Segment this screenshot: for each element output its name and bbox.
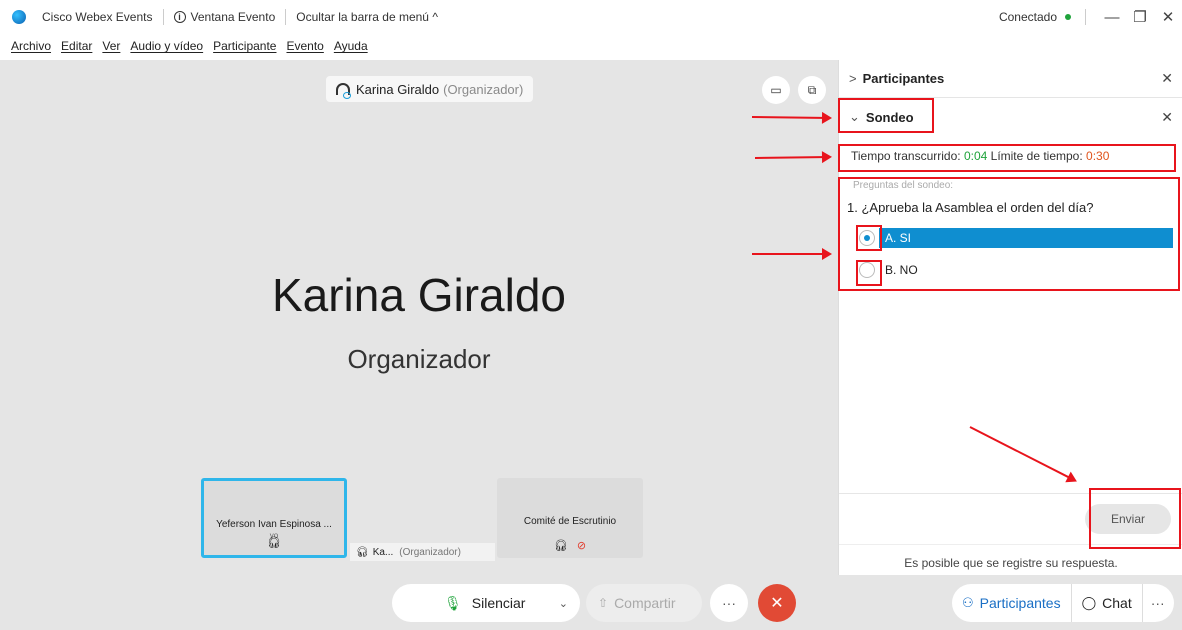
speaker-role: (Organizador)	[443, 81, 524, 97]
panel-toggle-group: ⚇ Participantes ◯ Chat ···	[952, 584, 1174, 622]
connection-status: Conectado	[998, 10, 1057, 24]
connected-dot-icon	[1065, 14, 1071, 20]
annotation-box-sondeo	[838, 98, 934, 133]
menu-editar[interactable]: Editar	[56, 39, 97, 53]
share-button[interactable]: ⇧ Compartir	[586, 584, 702, 622]
presenter-role: Organizador	[347, 344, 491, 374]
mute-button[interactable]: 🎙︎ Silenciar ⌄	[392, 584, 580, 622]
popout-icon[interactable]: ⧉	[798, 76, 826, 104]
muted-mic-icon: ⊘	[576, 540, 587, 552]
hide-menu-button[interactable]: Ocultar la barra de menú ^	[285, 9, 448, 25]
tile-name: Comité de Escrutinio	[523, 516, 617, 527]
menu-audio-video[interactable]: Audio y vídeo	[125, 39, 208, 53]
mini-tile-role: (Organizador)	[399, 546, 461, 558]
microphone-icon: 🎙︎	[444, 594, 462, 611]
chat-button[interactable]: ◯ Chat	[1070, 584, 1142, 622]
self-video-tile[interactable]: Yeferson Ivan Espinosa ... yo 🎧︎	[201, 478, 347, 558]
mini-tile-name: Ka...	[372, 546, 394, 558]
headset-icon: 🎧︎	[356, 546, 369, 558]
menu-ver[interactable]: Ver	[97, 39, 125, 53]
close-window-button[interactable]: ✕	[1154, 8, 1182, 26]
menu-evento[interactable]: Evento	[281, 39, 328, 53]
participants-label: Participantes	[979, 595, 1061, 611]
event-window-label: Ventana Evento	[190, 10, 276, 24]
app-name: Cisco Webex Events	[42, 10, 153, 24]
video-stage: Karina Giraldo (Organizador) ▭ ⧉ Karina …	[0, 60, 838, 575]
presenter-name: Karina Giraldo	[271, 269, 567, 321]
person-icon: ⚇	[962, 595, 974, 610]
record-notice: Es posible que se registre su respuesta.	[904, 556, 1118, 570]
close-icon[interactable]: ✕	[1161, 109, 1173, 126]
organizer-mini-tile[interactable]: 🎧︎ Ka... (Organizador)	[350, 543, 495, 561]
headset-icon: 🎧︎	[553, 540, 568, 552]
menu-participante[interactable]: Participante	[208, 39, 281, 53]
participants-panel-title: Participantes	[862, 71, 945, 86]
minimize-button[interactable]: —	[1098, 9, 1126, 26]
leave-meeting-button[interactable]: ✕	[758, 584, 796, 622]
chevron-right-icon: >	[849, 71, 857, 86]
headset-icon	[336, 83, 351, 99]
annotation-box-send	[1089, 488, 1181, 549]
close-icon[interactable]: ✕	[1161, 70, 1173, 87]
title-bar: Cisco Webex Events i Ventana Evento Ocul…	[0, 0, 1182, 34]
restore-button[interactable]: ❐	[1126, 8, 1154, 26]
chat-label: Chat	[1102, 595, 1132, 611]
menu-bar: Archivo Editar Ver Audio y vídeo Partici…	[0, 34, 373, 58]
overflow-button[interactable]: ···	[1141, 584, 1173, 622]
event-window-button[interactable]: i Ventana Evento	[162, 9, 286, 25]
control-bar: 🎙︎ Silenciar ⌄ ⇧ Compartir ··· ✕ ⚇ Parti…	[0, 575, 1182, 630]
mute-label: Silenciar	[471, 595, 526, 611]
active-speaker-chip: Karina Giraldo (Organizador)	[326, 76, 534, 102]
participants-panel-header[interactable]: > Participantes ✕	[839, 60, 1182, 98]
headset-icon: 🎧︎	[267, 537, 281, 549]
chevron-down-icon[interactable]: ⌄	[559, 597, 568, 610]
info-icon: i	[173, 11, 186, 23]
chat-bubble-icon: ◯	[1081, 595, 1097, 610]
annotation-arrow	[752, 248, 832, 260]
divider	[1085, 9, 1086, 25]
layout-icon[interactable]: ▭	[762, 76, 790, 104]
share-label: Compartir	[614, 595, 676, 611]
share-icon: ⇧	[598, 596, 609, 610]
committee-video-tile[interactable]: Comité de Escrutinio 🎧︎ ⊘	[497, 478, 643, 558]
tile-name: Yeferson Ivan Espinosa ...	[216, 519, 332, 530]
speaker-name: Karina Giraldo	[356, 81, 440, 97]
menu-ayuda[interactable]: Ayuda	[329, 39, 373, 53]
annotation-box-radio-a	[856, 225, 882, 251]
menu-archivo[interactable]: Archivo	[6, 39, 56, 53]
participants-button[interactable]: ⚇ Participantes	[952, 584, 1071, 622]
annotation-box-timer	[838, 144, 1176, 172]
annotation-box-question	[838, 177, 1180, 291]
annotation-box-radio-b	[856, 260, 882, 286]
more-options-button[interactable]: ···	[710, 584, 748, 622]
webex-logo-icon	[12, 10, 26, 24]
